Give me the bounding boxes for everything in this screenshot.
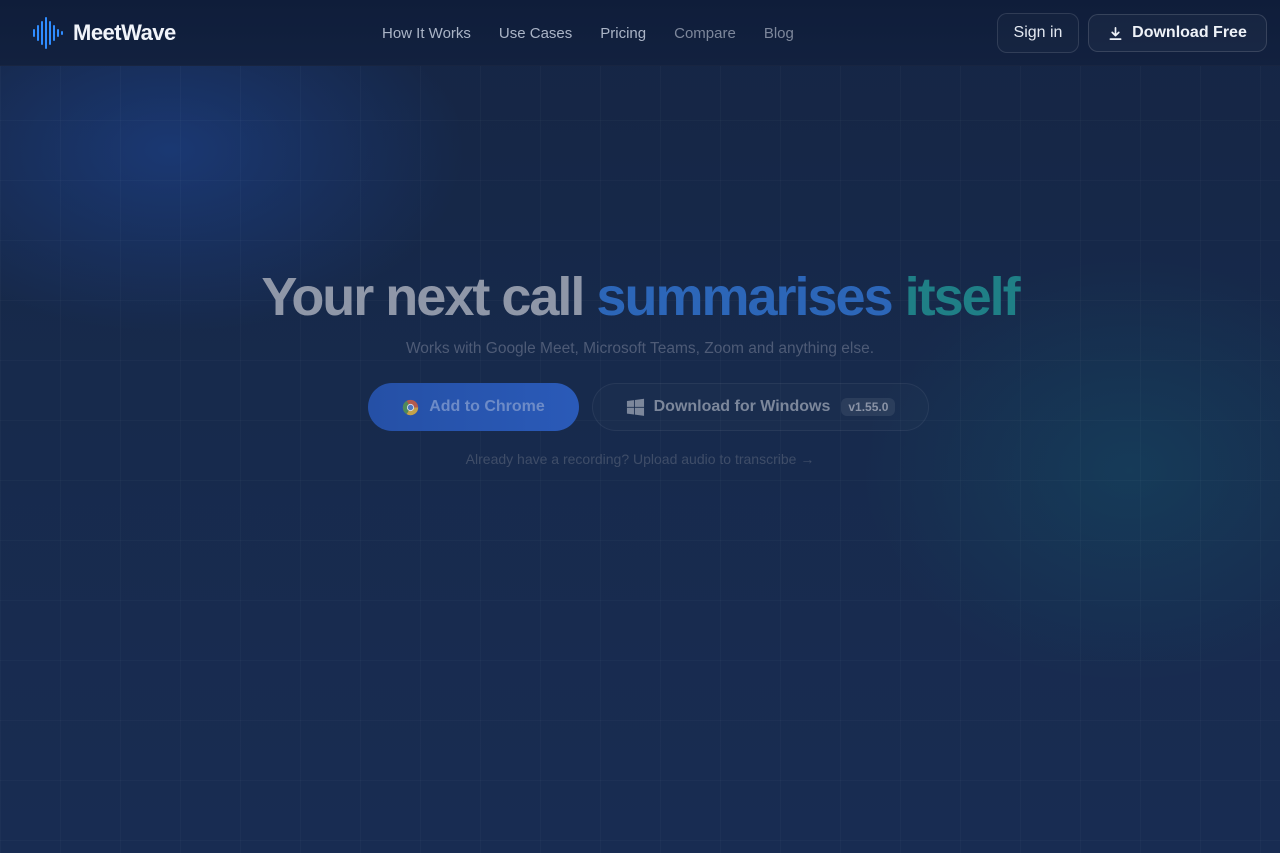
download-free-label: Download Free — [1132, 24, 1247, 41]
version-badge: v1.55.0 — [841, 398, 896, 416]
nav-pricing[interactable]: Pricing — [600, 25, 646, 42]
brand-name: MeetWave — [73, 20, 176, 45]
download-free-button[interactable]: Download Free — [1088, 14, 1267, 52]
hero-title-plain: Your next call — [261, 267, 597, 327]
download-windows-label: Download for Windows — [653, 398, 831, 415]
landing-page: MeetWave How It Works Use Cases Pricing … — [0, 0, 1280, 853]
nav-how-it-works[interactable]: How It Works — [382, 25, 471, 42]
hero-title-highlight-2: itself — [904, 267, 1021, 327]
hero-title-highlight-1: summarises — [596, 267, 905, 327]
hero-title: Your next call summarises itself — [0, 265, 1280, 329]
download-windows-button[interactable]: Download for Windows v1.55.0 — [592, 383, 929, 431]
soundwave-logo-icon — [33, 17, 63, 49]
brand-logo[interactable]: MeetWave — [33, 16, 176, 50]
add-to-chrome-label: Add to Chrome — [429, 398, 545, 415]
nav-blog[interactable]: Blog — [764, 25, 794, 42]
add-to-chrome-button[interactable]: Add to Chrome — [368, 383, 579, 431]
windows-icon — [626, 398, 644, 416]
download-icon — [1109, 26, 1122, 40]
main-nav: How It Works Use Cases Pricing Compare B… — [382, 22, 794, 44]
chrome-icon — [403, 399, 419, 415]
sign-in-button[interactable]: Sign in — [997, 13, 1079, 53]
nav-compare[interactable]: Compare — [674, 25, 736, 42]
nav-use-cases[interactable]: Use Cases — [499, 25, 572, 42]
upload-audio-link[interactable]: Already have a recording? Upload audio t… — [0, 451, 1280, 467]
site-header: MeetWave How It Works Use Cases Pricing … — [0, 0, 1280, 66]
hero-subtitle: Works with Google Meet, Microsoft Teams,… — [405, 340, 875, 357]
